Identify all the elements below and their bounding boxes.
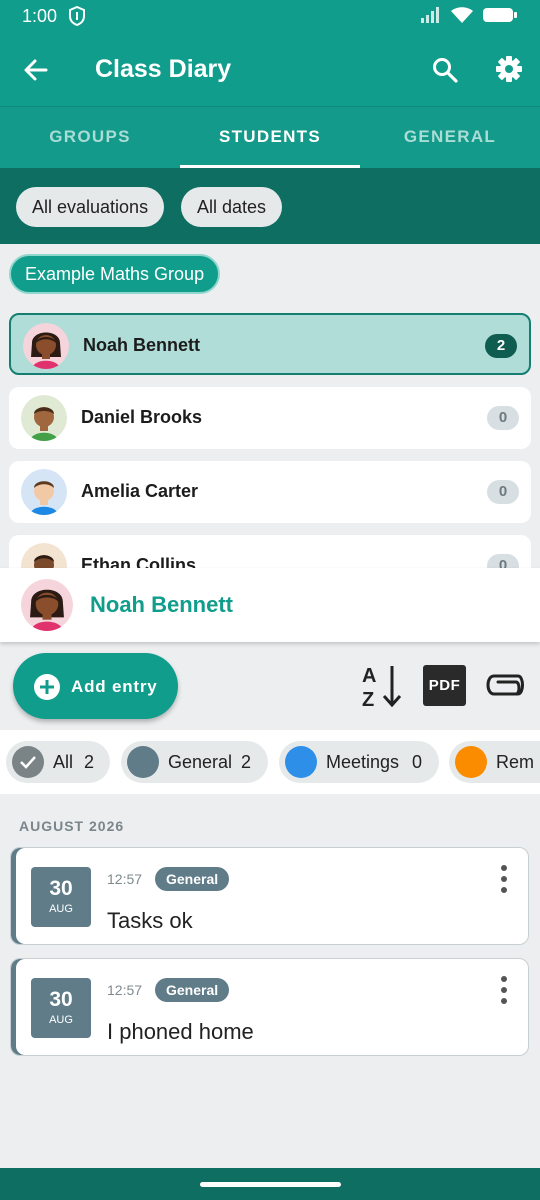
category-count: 0 (412, 752, 423, 772)
category-filter-row: All 2 General 2 Meetings 0 Rem (0, 730, 540, 794)
wifi-icon (450, 6, 474, 29)
category-color-dot (127, 746, 159, 778)
student-name: Daniel Brooks (81, 407, 203, 427)
avatar (21, 579, 73, 631)
add-entry-button[interactable]: Add entry (13, 653, 178, 719)
entry-day: 30 (49, 877, 73, 900)
student-row[interactable]: Daniel Brooks 0 (9, 387, 531, 449)
entry-text: Tasks ok (107, 908, 193, 933)
group-chip[interactable]: Example Maths Group (9, 254, 221, 294)
category-color-dot (285, 746, 317, 778)
back-arrow-icon[interactable] (22, 56, 50, 89)
avatar (23, 323, 69, 369)
category-chip-all[interactable]: All 2 (6, 741, 110, 783)
category-chip-meetings[interactable]: Meetings 0 (279, 741, 439, 783)
category-label: Meetings (326, 752, 400, 772)
category-label: General (168, 752, 233, 772)
avatar (21, 543, 67, 568)
plus-icon (34, 674, 60, 705)
status-time: 1:00 (22, 6, 58, 26)
svg-text:Z: Z (362, 689, 374, 710)
category-count: 2 (84, 752, 95, 772)
tab-general[interactable]: GENERAL (360, 107, 540, 168)
sort-alpha-icon[interactable]: A Z (360, 662, 406, 715)
student-list: Noah Bennett 2 Daniel Brooks 0 Amelia Ca… (0, 310, 540, 568)
add-entry-label: Add entry (71, 677, 158, 696)
entry-date: 30 AUG (31, 978, 91, 1038)
category-count: 2 (241, 752, 252, 772)
entry-category-tag: General (155, 978, 230, 1002)
shield-icon (68, 5, 86, 31)
entry-count-badge: 0 (487, 480, 519, 504)
category-chip-general[interactable]: General 2 (121, 741, 268, 783)
selected-student-header: Noah Bennett (0, 568, 540, 642)
tab-bar: GROUPS STUDENTS GENERAL (0, 106, 540, 168)
svg-text:A: A (362, 665, 376, 687)
diary-entry[interactable]: 30 AUG 12:57 General Tasks ok (10, 847, 529, 945)
entry-date: 30 AUG (31, 867, 91, 927)
evaluations-filter-chip[interactable]: All evaluations (16, 187, 165, 227)
student-row[interactable]: Ethan Collins 0 (9, 535, 531, 568)
search-icon[interactable] (431, 56, 459, 89)
entry-text: I phoned home (107, 1019, 254, 1044)
category-label: All (53, 752, 74, 772)
more-vert-icon[interactable] (500, 864, 508, 899)
pdf-export-icon[interactable]: PDF (423, 665, 466, 706)
dates-filter-chip[interactable]: All dates (181, 187, 283, 227)
entry-day: 30 (49, 988, 73, 1011)
entry-count-badge: 0 (487, 406, 519, 430)
tab-students[interactable]: STUDENTS (180, 107, 360, 168)
student-name: Amelia Carter (81, 481, 199, 501)
avatar (21, 469, 67, 515)
navigation-bar (0, 1168, 540, 1200)
student-name: Noah Bennett (83, 335, 200, 355)
diary-entry[interactable]: 30 AUG 12:57 General I phoned home (10, 958, 529, 1056)
avatar (21, 395, 67, 441)
student-row[interactable]: Amelia Carter 0 (9, 461, 531, 523)
filter-bar: All evaluations All dates (0, 168, 540, 244)
entry-month: AUG (49, 903, 73, 915)
more-vert-icon[interactable] (500, 975, 508, 1010)
student-name: Ethan Collins (81, 555, 197, 568)
battery-icon (482, 6, 518, 29)
category-chip-reminders[interactable]: Rem (449, 741, 540, 783)
tab-groups[interactable]: GROUPS (0, 107, 180, 168)
student-row[interactable]: Noah Bennett 2 (9, 313, 531, 375)
entry-time: 12:57 (107, 982, 143, 998)
entry-category-tag: General (155, 867, 230, 891)
entry-month: AUG (49, 1014, 73, 1026)
entry-count-badge: 0 (487, 554, 519, 568)
entry-time: 12:57 (107, 871, 143, 887)
app-bar: Class Diary (0, 34, 540, 106)
gear-icon[interactable] (494, 54, 524, 89)
category-label: Rem (496, 752, 535, 772)
page-title: Class Diary (95, 55, 232, 83)
home-indicator[interactable] (200, 1182, 341, 1187)
signal-icon (420, 6, 442, 29)
paperclip-icon[interactable] (484, 670, 528, 705)
month-header: AUGUST 2026 (19, 818, 125, 834)
entry-count-badge: 2 (485, 334, 517, 358)
status-bar: 1:00 (0, 0, 540, 34)
category-color-dot (455, 746, 487, 778)
selected-student-name: Noah Bennett (90, 592, 233, 617)
check-icon (12, 746, 44, 778)
